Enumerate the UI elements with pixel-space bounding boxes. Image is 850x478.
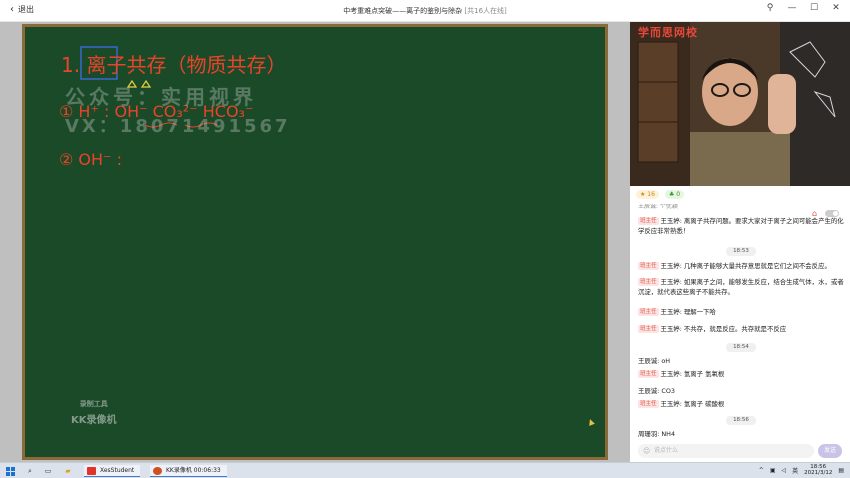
close-icon[interactable]: ✕ [830, 3, 842, 13]
taskbar-app-kk[interactable]: KK录像机 00:06:33 [150, 465, 227, 477]
sender-name: 王玉婷 [660, 262, 680, 270]
xesstudent-icon [87, 467, 96, 475]
online-count: [共16人在线] [464, 7, 507, 15]
window-controls: ⚲ — ☐ ✕ [764, 3, 842, 13]
volume-icon[interactable]: ◁ [781, 467, 786, 474]
teacher-badge: 班主任 [638, 370, 659, 378]
sender-name: 王玉婷 [660, 217, 680, 225]
message-text: 几种离子能够大量共存意思就是它们之间不会反应。 [683, 262, 831, 270]
search-icon[interactable]: ⌕ [24, 465, 36, 477]
network-icon[interactable]: ▣ [770, 467, 776, 474]
sender-name: 王辰诚 [638, 387, 658, 395]
chat-message: 班主任 王玉婷: 几种离子能够大量共存意思就是它们之间不会反应。 [638, 262, 831, 270]
language-indicator[interactable]: 英 [792, 466, 798, 475]
right-panel: 学而思网校 ★ 16 ♣ 0 王辰诚: 个优颖 ⌂ 班主任 王玉婷: 离离子共存问… [630, 22, 850, 462]
brand-logo: 学而思网校 [638, 26, 698, 39]
taskbar-app-xesstudent[interactable]: XesStudent [84, 465, 141, 477]
stats-row: ★ 16 ♣ 0 [636, 190, 685, 199]
chat-input[interactable]: ☺ 说点什么 [638, 444, 814, 458]
timestamp: 18:54 [726, 343, 756, 352]
watermark: 公众号：实用视界 VX：18071491567 [65, 81, 291, 138]
teacher-badge: 班主任 [638, 262, 659, 270]
chat-message: 王辰诚: CO3 [638, 387, 675, 395]
system-tray: ^ ▣ ◁ 英 18:56 2021/3/12 ▤ [759, 464, 844, 476]
sender-name: 王玉婷 [660, 400, 680, 408]
recorder-watermark: 录制工具 KK录像机 [71, 399, 117, 426]
taskbar-app-label: KK录像机 00:06:33 [166, 467, 221, 474]
chat-input-bar: ☺ 说点什么 发送 [630, 440, 850, 462]
folder-icon[interactable]: ▰ [62, 465, 74, 477]
teacher-badge: 班主任 [638, 217, 659, 225]
chat-message: 周珊羽: NH4 [638, 430, 676, 438]
chat-message: 班主任 王玉婷: 不共存，就是反应。共存就是不反应 [638, 325, 787, 333]
maximize-icon[interactable]: ☐ [808, 3, 820, 13]
gifts-value: 0 [676, 191, 681, 198]
message-text: 氢离子 碳酸根 [683, 400, 725, 408]
message-text: 理解一下哈 [683, 308, 716, 316]
teacher-badge: 班主任 [638, 400, 659, 408]
sender-name: 王辰诚 [638, 357, 658, 365]
sender-name: 王玉婷 [660, 325, 680, 333]
recorder-line-1: 录制工具 [79, 400, 108, 408]
blackboard: 1. 离子共存（物质共存） ① H⁺ : OH⁻ CO₃²⁻ HCO₃⁻ ② O… [22, 24, 608, 460]
gifts-count: ♣ 0 [664, 190, 685, 199]
teacher-badge: 班主任 [638, 278, 659, 286]
message-text: CO3 [661, 387, 675, 395]
watermark-line-1: 公众号：实用视界 [65, 85, 257, 109]
message-text: 氢离子 氢氧根 [683, 370, 725, 378]
teacher-badge: 班主任 [638, 308, 659, 316]
teacher-badge: 班主任 [638, 325, 659, 333]
board-line-1: 1. 离子共存（物质共存） [61, 53, 286, 77]
smile-icon[interactable]: ☺ [643, 444, 650, 458]
course-title: 中考重难点突破——离子的鉴别与除杂 [343, 7, 463, 15]
teacher-video[interactable]: 学而思网校 [630, 22, 850, 186]
chat-list[interactable]: 王辰诚: 个优颖 ⌂ 班主任 王玉婷: 离离子共存问题。要求大家对于离子之间可能会… [630, 204, 850, 440]
recorder-line-2: KK录像机 [71, 415, 117, 426]
pin-icon[interactable]: ⚲ [764, 3, 776, 13]
windows-start-icon[interactable] [6, 465, 16, 477]
clock[interactable]: 18:56 2021/3/12 [804, 464, 832, 476]
video-frame [630, 22, 850, 186]
window-title: 中考重难点突破——离子的鉴别与除杂 [共16人在线] [0, 6, 850, 16]
clock-date: 2021/3/12 [804, 470, 833, 476]
send-button[interactable]: 发送 [818, 444, 842, 458]
minimize-icon[interactable]: — [786, 3, 798, 13]
task-view-icon[interactable]: ▭ [42, 465, 54, 477]
watermark-line-2: VX：18071491567 [65, 116, 291, 137]
timestamp: 18:56 [726, 416, 756, 425]
title-bar: ‹ 退出 中考重难点突破——离子的鉴别与除杂 [共16人在线] ⚲ — ☐ ✕ [0, 0, 850, 22]
board-line-3: ② OH⁻ : [59, 150, 122, 169]
message-text: NH4 [661, 430, 676, 438]
taskbar: ⌕ ▭ ▰ XesStudent KK录像机 00:06:33 ^ ▣ ◁ 英 … [0, 462, 850, 478]
notification-icon[interactable]: ▤ [838, 467, 844, 474]
chat-message: 班主任 王玉婷: 如果离子之间，能够发生反应，结合生成气体，水，或者沉淀，就代表这… [638, 278, 844, 296]
chat-message: 班主任 王玉婷: 离离子共存问题。要求大家对于离子之间可能会产生的化学反应非常熟悉… [638, 217, 844, 235]
chat-message-cutoff: 王辰诚: 个优颖 [638, 204, 678, 210]
likes-count: ★ 16 [636, 190, 659, 199]
chat-message: 班主任 王玉婷: 氢离子 碳酸根 [638, 400, 725, 408]
chat-message: 王辰诚: oH [638, 357, 671, 365]
message-text: 不共存，就是反应。共存就是不反应 [683, 325, 787, 333]
chevron-up-icon[interactable]: ^ [759, 467, 764, 474]
chat-message: 班主任 王玉婷: 氢离子 氢氧根 [638, 370, 725, 378]
chat-input-placeholder: 说点什么 [654, 447, 679, 454]
timestamp: 18:53 [726, 247, 756, 256]
chat-message: 班主任 王玉婷: 理解一下哈 [638, 308, 716, 316]
stage: 1. 离子共存（物质共存） ① H⁺ : OH⁻ CO₃²⁻ HCO₃⁻ ② O… [0, 22, 630, 462]
sender-name: 周珊羽 [638, 430, 658, 438]
sender-name: 王玉婷 [660, 308, 680, 316]
sender-name: 王玉婷 [660, 370, 680, 378]
kk-recorder-icon [153, 467, 162, 475]
taskbar-app-label: XesStudent [100, 467, 135, 474]
likes-value: 16 [647, 191, 655, 198]
sender-name: 王玉婷 [660, 278, 680, 286]
message-text: oH [661, 357, 671, 365]
